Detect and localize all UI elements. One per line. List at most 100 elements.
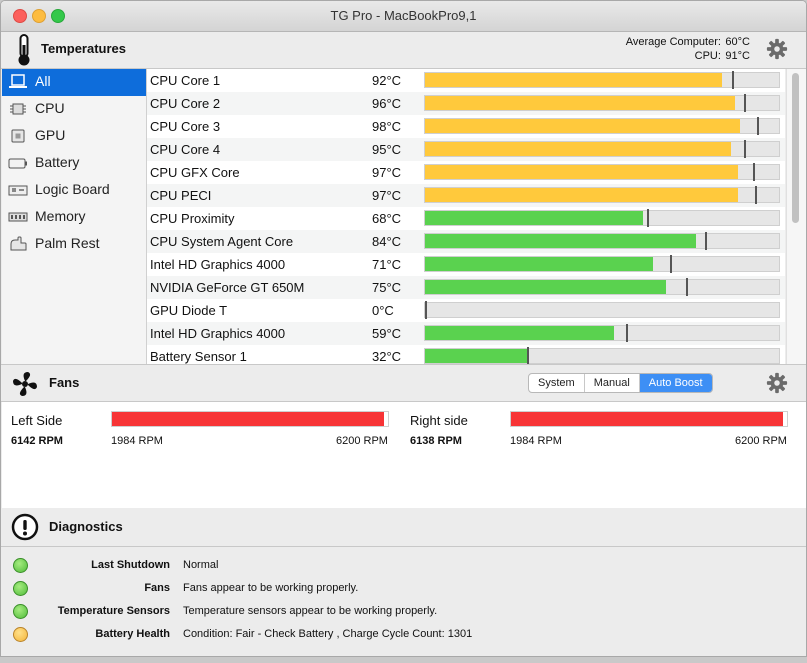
cpu-average-label: CPU: bbox=[694, 50, 721, 62]
sidebar-item-label: Battery bbox=[35, 154, 80, 170]
right-fan-label: Right side bbox=[410, 413, 468, 428]
sensor-row[interactable]: NVIDIA GeForce GT 650M 75°C bbox=[147, 276, 785, 299]
sensor-temperature-bar bbox=[424, 278, 780, 296]
sensor-name: CPU Proximity bbox=[150, 211, 235, 226]
sensor-name: CPU Core 1 bbox=[150, 73, 221, 88]
sensor-temperature-bar bbox=[424, 117, 780, 135]
sensor-max-marker bbox=[731, 71, 734, 89]
sidebar-item-gpu[interactable]: GPU bbox=[2, 123, 146, 150]
temperatures-title: Temperatures bbox=[41, 41, 127, 56]
diagnostic-row: Fans Fans appear to be working properly. bbox=[2, 578, 806, 601]
diagnostic-row: Last Shutdown Normal bbox=[2, 555, 806, 578]
sensor-temperature-fill bbox=[425, 73, 723, 87]
left-fan-speed-bar bbox=[111, 411, 389, 427]
sidebar-item-logic-board[interactable]: Logic Board bbox=[2, 177, 146, 204]
sensor-temperature: 95°C bbox=[372, 142, 402, 157]
sensor-max-marker bbox=[647, 209, 650, 227]
sidebar-item-cpu[interactable]: CPU bbox=[2, 96, 146, 123]
sidebar-item-all[interactable]: All bbox=[2, 69, 146, 96]
sensor-temperature-fill bbox=[425, 142, 732, 156]
sensor-temperature-bar bbox=[424, 94, 780, 112]
sensor-temperature-fill bbox=[425, 280, 666, 294]
sensor-temperature: 71°C bbox=[372, 257, 402, 272]
status-indicator-icon bbox=[13, 581, 28, 596]
fan-mode-segmented-control[interactable]: System Manual Auto Boost bbox=[528, 373, 713, 393]
sensor-row[interactable]: CPU Core 4 95°C bbox=[147, 138, 785, 161]
title-bar[interactable]: TG Pro - MacBookPro9,1 bbox=[1, 1, 806, 32]
average-computer-label: Average Computer: bbox=[625, 36, 721, 48]
sensor-row[interactable]: CPU GFX Core 97°C bbox=[147, 161, 785, 184]
sensor-list[interactable]: CPU Core 1 92°C CPU Core 2 96°C CPU Core 3 98… bbox=[147, 69, 785, 364]
average-readout: Average Computer: 60°C CPU: 91°C bbox=[626, 35, 750, 63]
diagnostic-row: Temperature Sensors Temperature sensors a… bbox=[2, 601, 806, 624]
sensor-max-marker bbox=[425, 301, 428, 319]
diagnostic-label: Last Shutdown bbox=[91, 559, 170, 571]
sensor-name: CPU Core 4 bbox=[150, 142, 221, 157]
sensor-max-marker bbox=[754, 186, 757, 204]
status-indicator-icon bbox=[13, 604, 28, 619]
sidebar-item-memory[interactable]: Memory bbox=[2, 204, 146, 231]
sensor-max-marker bbox=[744, 140, 747, 158]
sidebar-item-label: GPU bbox=[35, 127, 66, 143]
diagnostic-row: Battery Health Condition: Fair - Check Ba… bbox=[2, 624, 806, 647]
right-fan-speed-bar bbox=[510, 411, 788, 427]
sensor-row[interactable]: Battery Sensor 1 32°C bbox=[147, 345, 785, 364]
sidebar-item-label: All bbox=[35, 73, 51, 89]
tg-pro-window: TG Pro - MacBookPro9,1 Temperatures Aver… bbox=[0, 0, 807, 657]
sensor-max-marker bbox=[526, 347, 529, 364]
sensor-temperature-fill bbox=[425, 188, 739, 202]
fans-settings-gear-icon[interactable] bbox=[766, 372, 788, 394]
sensor-row[interactable]: Intel HD Graphics 4000 71°C bbox=[147, 253, 785, 276]
sensor-name: CPU Core 2 bbox=[150, 96, 221, 111]
sensor-max-marker bbox=[685, 278, 688, 296]
temperatures-settings-gear-icon[interactable] bbox=[766, 38, 788, 60]
sensor-temperature-fill bbox=[425, 211, 643, 225]
sensor-name: GPU Diode T bbox=[150, 303, 228, 318]
left-fan-speed-fill bbox=[112, 412, 385, 426]
status-indicator-icon bbox=[13, 627, 28, 642]
right-fan-speed-fill bbox=[511, 412, 783, 426]
sensor-temperature: 0°C bbox=[372, 303, 394, 318]
sensor-row[interactable]: Intel HD Graphics 4000 59°C bbox=[147, 322, 785, 345]
sensor-row[interactable]: CPU Core 2 96°C bbox=[147, 92, 785, 115]
sensor-row[interactable]: CPU System Agent Core 84°C bbox=[147, 230, 785, 253]
sensor-row[interactable]: CPU PECI 97°C bbox=[147, 184, 785, 207]
diagnostic-label: Temperature Sensors bbox=[57, 605, 170, 617]
left-fan-max-rpm: 6200 RPM bbox=[336, 435, 388, 447]
battery-icon bbox=[8, 158, 27, 169]
cpu-average-value: 91°C bbox=[725, 50, 750, 62]
sidebar-item-palm-rest[interactable]: Palm Rest bbox=[2, 231, 146, 258]
sidebar-item-label: Memory bbox=[35, 208, 86, 224]
right-fan-min-rpm: 1984 RPM bbox=[510, 435, 562, 447]
sensor-temperature-fill bbox=[425, 119, 741, 133]
scrollbar-thumb[interactable] bbox=[792, 73, 799, 223]
sensor-temperature: 98°C bbox=[372, 119, 402, 134]
average-computer-value: 60°C bbox=[725, 36, 750, 48]
diagnostic-value: Condition: Fair - Check Battery , Charge… bbox=[183, 628, 473, 640]
sensor-row[interactable]: CPU Core 1 92°C bbox=[147, 69, 785, 92]
sensor-temperature-fill bbox=[425, 234, 696, 248]
sensor-max-marker bbox=[756, 117, 759, 135]
sensor-row[interactable]: CPU Core 3 98°C bbox=[147, 115, 785, 138]
thermometer-icon bbox=[18, 34, 30, 66]
sensor-row[interactable]: GPU Diode T 0°C bbox=[147, 299, 785, 322]
sidebar-item-label: Logic Board bbox=[35, 181, 110, 197]
fan-mode-manual[interactable]: Manual bbox=[585, 374, 640, 392]
sensor-max-marker bbox=[625, 324, 628, 342]
fan-mode-auto-boost[interactable]: Auto Boost bbox=[639, 374, 712, 392]
sensor-list-scrollbar[interactable] bbox=[786, 69, 806, 364]
fan-icon bbox=[13, 372, 37, 396]
fan-mode-system[interactable]: System bbox=[529, 374, 585, 392]
sensor-temperature-bar bbox=[424, 186, 780, 204]
sensor-temperature-bar bbox=[424, 71, 780, 89]
status-indicator-icon bbox=[13, 558, 28, 573]
sidebar-item-battery[interactable]: Battery bbox=[2, 150, 146, 177]
cpu-chip-icon bbox=[10, 103, 26, 115]
sensor-row[interactable]: CPU Proximity 68°C bbox=[147, 207, 785, 230]
sensor-name: Intel HD Graphics 4000 bbox=[150, 326, 286, 341]
sensor-name: CPU GFX Core bbox=[150, 165, 240, 180]
sensor-temperature: 97°C bbox=[372, 165, 402, 180]
logic-board-icon bbox=[8, 185, 28, 196]
sensor-max-marker bbox=[670, 255, 673, 273]
window-title: TG Pro - MacBookPro9,1 bbox=[330, 8, 477, 23]
